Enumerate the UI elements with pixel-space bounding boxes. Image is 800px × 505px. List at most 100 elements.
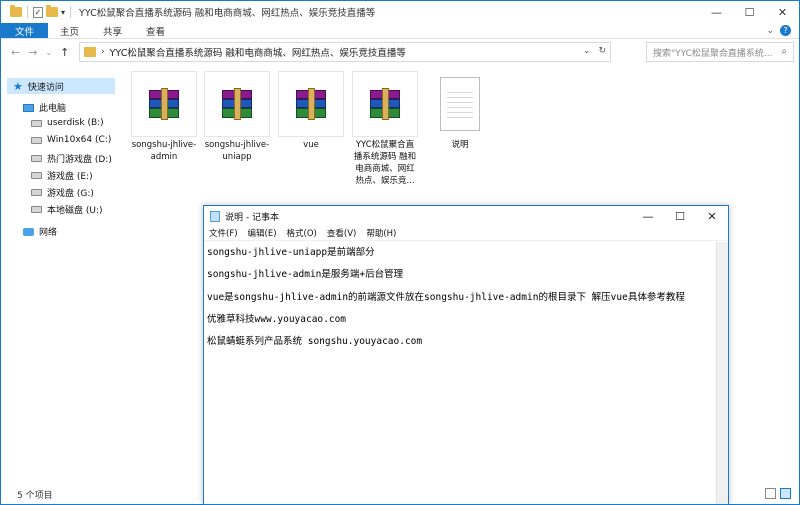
drive-icon bbox=[31, 189, 42, 196]
notepad-text-area[interactable]: songshu-jhlive-uniapp是前端部分 songshu-jhliv… bbox=[205, 242, 715, 504]
maximize-button[interactable]: ☐ bbox=[664, 206, 696, 226]
text-document-icon bbox=[440, 77, 480, 131]
new-folder-icon[interactable] bbox=[46, 5, 58, 17]
notepad-window: 说明 - 记事本 — ☐ ✕ 文件(F) 编辑(E) 格式(O) 查看(V) 帮… bbox=[203, 205, 729, 505]
drive-icon bbox=[31, 172, 42, 179]
notepad-titlebar[interactable]: 说明 - 记事本 — ☐ ✕ bbox=[204, 206, 728, 226]
sidebar-item-label: 快速访问 bbox=[27, 82, 64, 93]
sidebar-item-drive[interactable]: 热门游戏盘 (D:) bbox=[31, 152, 112, 165]
recent-dropdown-icon[interactable]: ⌄ bbox=[45, 48, 52, 57]
back-arrow-icon[interactable]: ← bbox=[11, 46, 20, 59]
text-line: 松鼠蜻蜓系列产品系统 songshu.youyacao.com bbox=[207, 336, 423, 347]
sidebar-item-label: 此电脑 bbox=[39, 104, 67, 114]
explorer-titlebar[interactable]: ✓ ▾ YYC松鼠聚合直播系统源码 融和电商商城、网红热点、娱乐竞技直播等 — … bbox=[1, 1, 799, 23]
sidebar-item-label: 本地磁盘 (U:) bbox=[47, 206, 103, 216]
forward-arrow-icon[interactable]: → bbox=[28, 46, 37, 59]
close-button[interactable]: ✕ bbox=[766, 1, 799, 23]
search-input[interactable]: 搜索"YYC松鼠聚合直播系统... ⌕ bbox=[646, 42, 794, 62]
winrar-archive-icon bbox=[294, 86, 328, 122]
sidebar-item-quick-access[interactable]: ★ 快速访问 bbox=[7, 78, 115, 94]
folder-icon bbox=[84, 47, 96, 57]
details-view-icon[interactable] bbox=[765, 488, 776, 499]
menu-help[interactable]: 帮助(H) bbox=[366, 227, 396, 239]
file-item[interactable]: YYC松鼠聚合直播系统源码 融和电商商城、网红热点、娱乐竞... bbox=[352, 71, 418, 187]
file-name: 说明 bbox=[451, 140, 469, 150]
vertical-scrollbar[interactable] bbox=[716, 242, 728, 504]
item-count: 5 个项目 bbox=[17, 490, 53, 501]
file-name: songshu-jhlive-admin bbox=[131, 140, 197, 162]
winrar-archive-icon bbox=[220, 86, 254, 122]
navigation-pane: ★ 快速访问 此电脑 userdisk (B:) Win10x64 (C:) 热… bbox=[1, 65, 126, 481]
quick-access-toolbar: ✓ ▾ bbox=[1, 5, 73, 18]
sidebar-item-network[interactable]: 网络 bbox=[23, 225, 57, 238]
search-icon[interactable]: ⌕ bbox=[781, 46, 787, 57]
winrar-archive-icon bbox=[147, 86, 181, 122]
menu-file[interactable]: 文件(F) bbox=[209, 227, 238, 239]
notepad-title: 说明 - 记事本 bbox=[225, 212, 279, 223]
properties-icon[interactable]: ✓ bbox=[33, 6, 43, 18]
sidebar-item-drive[interactable]: 游戏盘 (G:) bbox=[31, 186, 94, 199]
text-line: songshu-jhlive-admin是服务端+后台管理 bbox=[207, 269, 404, 280]
menu-view[interactable]: 查看(V) bbox=[327, 227, 356, 239]
menu-format[interactable]: 格式(O) bbox=[287, 227, 317, 239]
text-line: 优雅草科技www.youyacao.com bbox=[207, 314, 347, 325]
sidebar-item-label: 网络 bbox=[39, 228, 58, 238]
tab-view[interactable]: 查看 bbox=[134, 23, 177, 38]
winrar-archive-icon bbox=[368, 86, 402, 122]
tab-share[interactable]: 共享 bbox=[91, 23, 134, 38]
file-item[interactable]: 说明 bbox=[427, 71, 493, 151]
tab-file[interactable]: 文件 bbox=[1, 23, 49, 38]
minimize-button[interactable]: — bbox=[632, 206, 664, 226]
sidebar-item-label: Win10x64 (C:) bbox=[47, 135, 112, 145]
notepad-icon bbox=[210, 210, 220, 222]
file-item[interactable]: vue bbox=[278, 71, 344, 151]
sidebar-item-drive[interactable]: 游戏盘 (E:) bbox=[31, 169, 93, 182]
sidebar-item-this-pc[interactable]: 此电脑 bbox=[23, 101, 66, 114]
file-thumbnail bbox=[204, 71, 270, 137]
ribbon-tabs: 文件 主页 共享 查看 ⌄ ? bbox=[1, 23, 799, 39]
maximize-button[interactable]: ☐ bbox=[733, 1, 766, 23]
ribbon-right-controls: ⌄ ? bbox=[766, 23, 799, 38]
sidebar-item-label: userdisk (B:) bbox=[47, 118, 104, 128]
sidebar-item-drive[interactable]: 本地磁盘 (U:) bbox=[31, 203, 103, 216]
refresh-icon[interactable]: ↻ bbox=[598, 46, 606, 56]
navigation-buttons: ← → ⌄ ↑ bbox=[1, 46, 69, 59]
window-controls: — ☐ ✕ bbox=[700, 1, 799, 23]
customize-dropdown-icon[interactable]: ▾ bbox=[61, 8, 65, 17]
file-item[interactable]: songshu-jhlive-admin bbox=[131, 71, 197, 163]
drive-icon bbox=[31, 119, 42, 127]
sidebar-item-label: 游戏盘 (E:) bbox=[47, 172, 93, 182]
minimize-button[interactable]: — bbox=[700, 1, 733, 23]
address-dropdown-icon[interactable]: ⌄ bbox=[583, 46, 591, 56]
breadcrumb-chevron-icon[interactable]: › bbox=[101, 47, 105, 57]
view-toggle bbox=[765, 488, 791, 499]
address-bar[interactable]: › YYC松鼠聚合直播系统源码 融和电商商城、网红热点、娱乐竞技直播等 ⌄ ↻ bbox=[79, 42, 611, 62]
notepad-window-controls: — ☐ ✕ bbox=[632, 206, 728, 226]
file-list: songshu-jhlive-admin songshu-jhlive-unia… bbox=[131, 71, 791, 201]
address-path[interactable]: YYC松鼠聚合直播系统源码 融和电商商城、网红热点、娱乐竞技直播等 bbox=[110, 45, 406, 59]
sidebar-item-drive[interactable]: Win10x64 (C:) bbox=[31, 135, 111, 145]
close-button[interactable]: ✕ bbox=[696, 206, 728, 226]
divider bbox=[27, 6, 28, 18]
sidebar-item-drive[interactable]: userdisk (B:) bbox=[31, 118, 104, 128]
menu-edit[interactable]: 编辑(E) bbox=[248, 227, 277, 239]
window-title: YYC松鼠聚合直播系统源码 融和电商商城、网红热点、娱乐竞技直播等 bbox=[79, 8, 376, 19]
file-thumbnail bbox=[427, 71, 493, 137]
notepad-menubar: 文件(F) 编辑(E) 格式(O) 查看(V) 帮助(H) bbox=[204, 226, 728, 241]
text-line: vue是songshu-jhlive-admin的前端源文件放在songshu-… bbox=[207, 292, 685, 303]
sidebar-item-label: 热门游戏盘 (D:) bbox=[47, 155, 112, 165]
divider bbox=[70, 6, 72, 18]
up-arrow-icon[interactable]: ↑ bbox=[60, 46, 69, 59]
file-thumbnail bbox=[352, 71, 418, 137]
text-line: songshu-jhlive-uniapp是前端部分 bbox=[207, 247, 375, 258]
address-controls: ⌄ ↻ bbox=[583, 46, 606, 56]
tab-home[interactable]: 主页 bbox=[48, 23, 91, 38]
help-icon[interactable]: ? bbox=[780, 25, 791, 36]
file-name: vue bbox=[303, 140, 319, 150]
large-icons-view-icon[interactable] bbox=[780, 488, 791, 499]
sidebar-item-label: 游戏盘 (G:) bbox=[47, 189, 94, 199]
drive-icon bbox=[31, 206, 42, 213]
file-item[interactable]: songshu-jhlive-uniapp bbox=[204, 71, 270, 163]
file-thumbnail bbox=[131, 71, 197, 137]
expand-ribbon-icon[interactable]: ⌄ bbox=[766, 26, 774, 36]
